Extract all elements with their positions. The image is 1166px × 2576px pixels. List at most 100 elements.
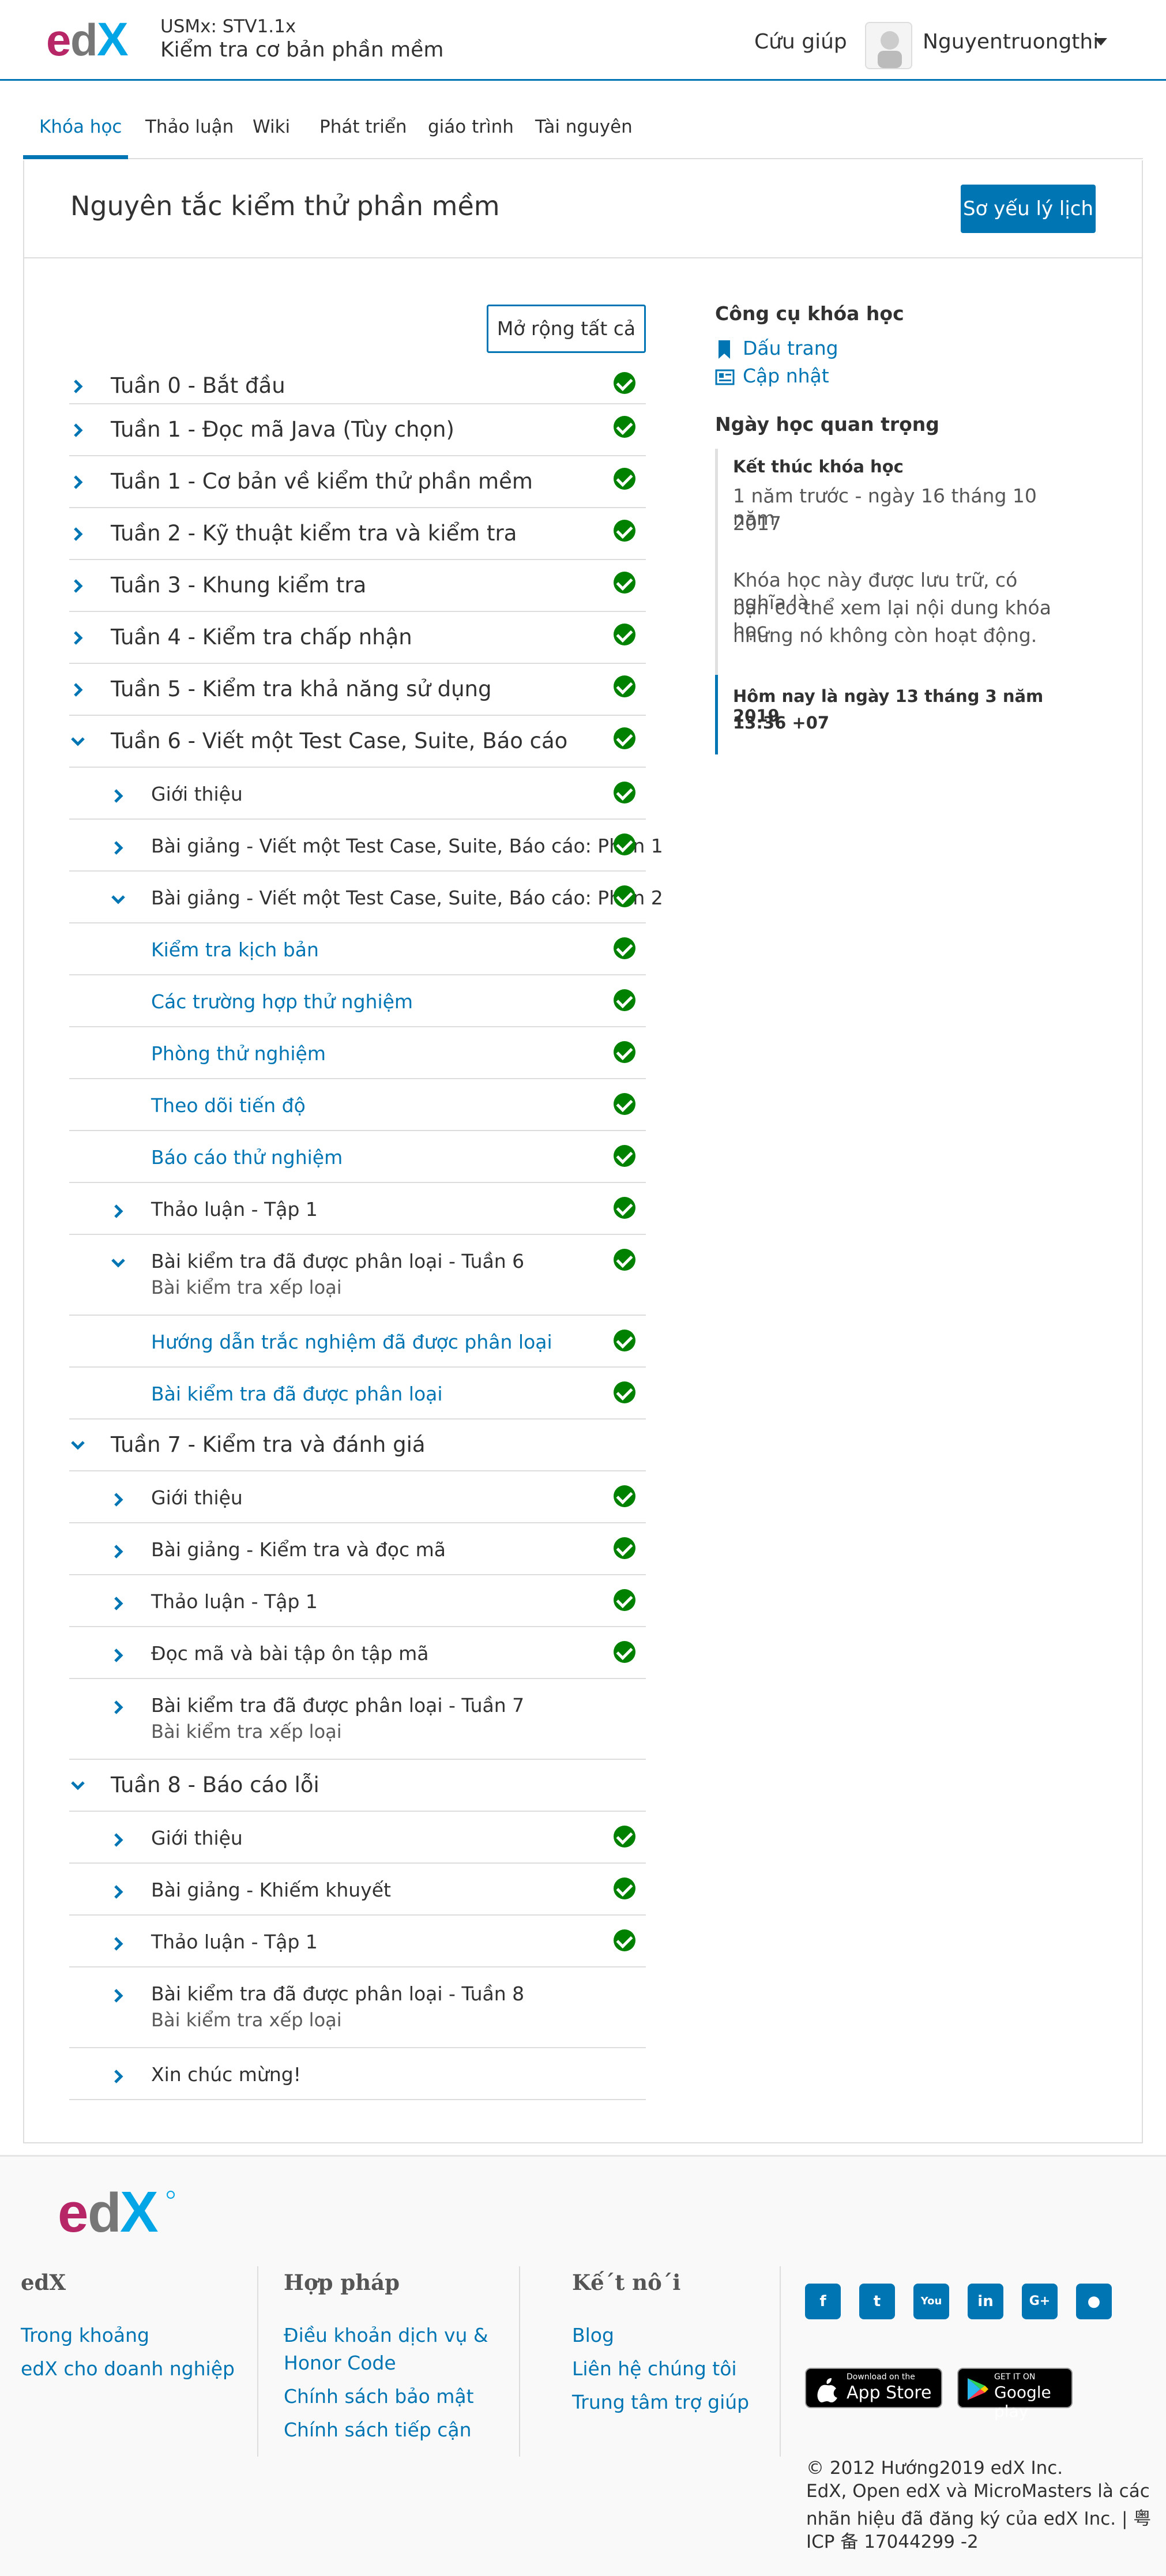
outline-section[interactable]: Tuần 8 - Báo cáo lỗi	[69, 1760, 646, 1812]
course-org: USMx: STV1.1x	[160, 16, 296, 37]
outline-section[interactable]: Tuần 5 - Kiểm tra khả năng sử dụng	[69, 664, 646, 716]
tab-wiki[interactable]: Wiki	[253, 113, 290, 159]
edx-logo[interactable]: e d X	[46, 13, 138, 66]
outline-label: Hướng dẫn trắc nghiệm đã được phân loại	[151, 1331, 552, 1353]
app-store-badge[interactable]: Download on the App Store	[805, 2368, 942, 2408]
outline-section[interactable]: Tuần 0 - Bắt đầu	[69, 361, 646, 404]
tab-course[interactable]: Khóa học	[23, 113, 128, 159]
tab-discussion[interactable]: Thảo luận	[145, 113, 234, 159]
footer-edx-logo[interactable]: e d X	[58, 2180, 179, 2247]
google-plus-icon[interactable]: G+	[1022, 2284, 1058, 2319]
outline-section[interactable]: Tuần 1 - Đọc mã Java (Tùy chọn)	[69, 404, 646, 456]
chevron-right-icon[interactable]	[110, 1203, 127, 1220]
outline-section[interactable]: Tuần 2 - Kỹ thuật kiểm tra và kiểm tra	[69, 508, 646, 560]
outline-subsection[interactable]: Xin chúc mừng!	[69, 2048, 646, 2100]
facebook-icon[interactable]: f	[805, 2284, 841, 2319]
user-menu-caret-icon[interactable]	[1094, 38, 1107, 46]
chevron-right-icon[interactable]	[110, 1883, 127, 1901]
user-avatar[interactable]	[865, 22, 912, 69]
footer-privacy-link[interactable]: Chính sách bảo mật	[284, 2385, 474, 2408]
twitter-icon[interactable]: t	[859, 2284, 895, 2319]
outline-subsection[interactable]: Thảo luận - Tập 1	[69, 1183, 646, 1235]
outline-unit-link[interactable]: Các trường hợp thử nghiệm	[69, 975, 646, 1027]
outline-subsection[interactable]: Giới thiệu	[69, 1471, 646, 1523]
chevron-down-icon[interactable]	[69, 1777, 86, 1794]
footer-about-link[interactable]: Trong khoảng	[21, 2324, 149, 2346]
tab-progress[interactable]: Phát triển	[319, 113, 407, 159]
outline-section[interactable]: Tuần 3 - Khung kiểm tra	[69, 560, 646, 612]
resume-button[interactable]: Sơ yếu lý lịch	[961, 185, 1096, 233]
chevron-right-icon[interactable]	[110, 1543, 127, 1560]
outline-subsection[interactable]: Giới thiệu	[69, 1812, 646, 1864]
outline-unit-link[interactable]: Hướng dẫn trắc nghiệm đã được phân loại	[69, 1316, 646, 1368]
outline-subsection[interactable]: Bài giảng - Viết một Test Case, Suite, B…	[69, 820, 663, 872]
archived-note-3: nhưng nó không còn hoạt động.	[733, 624, 1037, 647]
expand-all-button[interactable]: Mở rộng tất cả	[487, 305, 646, 353]
chevron-right-icon[interactable]	[69, 681, 86, 699]
youtube-icon[interactable]: You	[913, 2284, 949, 2319]
chevron-right-icon[interactable]	[69, 378, 86, 395]
linkedin-icon[interactable]: in	[968, 2284, 1003, 2319]
chevron-right-icon[interactable]	[110, 1491, 127, 1508]
footer-help-center-link[interactable]: Trung tâm trợ giúp	[572, 2391, 749, 2413]
chevron-right-icon[interactable]	[110, 787, 127, 805]
outline-subsection[interactable]: Giới thiệu	[69, 768, 646, 820]
outline-subsection[interactable]: Bài giảng - Khiếm khuyết	[69, 1864, 646, 1916]
chevron-right-icon[interactable]	[110, 1831, 127, 1849]
updates-link[interactable]: Cập nhật	[743, 365, 829, 387]
outline-subsection[interactable]: Bài kiểm tra đã được phân loại - Tuần 7 B…	[69, 1679, 646, 1760]
google-play-small-text: GET IT ON	[994, 2372, 1036, 2382]
chevron-right-icon[interactable]	[110, 2068, 127, 2085]
outline-unit-link[interactable]: Bài kiểm tra đã được phân loại	[69, 1368, 646, 1420]
reddit-icon[interactable]: ●	[1076, 2284, 1112, 2319]
outline-unit-link[interactable]: Phòng thử nghiệm	[69, 1027, 646, 1079]
chevron-down-icon[interactable]	[110, 891, 127, 908]
chevron-right-icon[interactable]	[69, 422, 86, 439]
chevron-right-icon[interactable]	[69, 474, 86, 491]
chevron-down-icon[interactable]	[69, 733, 86, 750]
tab-syllabus[interactable]: giáo trình	[428, 113, 514, 159]
help-link[interactable]: Cứu giúp	[754, 30, 847, 54]
chevron-down-icon[interactable]	[69, 1437, 86, 1454]
google-play-badge[interactable]: GET IT ON Google play	[957, 2368, 1073, 2421]
footer-terms-link[interactable]: Điều khoản dịch vụ &	[284, 2324, 488, 2346]
outline-section[interactable]: Tuần 7 - Kiểm tra và đánh giá	[69, 1420, 646, 1471]
outline-label: Xin chúc mừng!	[151, 2063, 301, 2086]
outline-unit-link[interactable]: Theo dõi tiến độ	[69, 1079, 646, 1131]
chevron-right-icon[interactable]	[110, 1647, 127, 1664]
chevron-right-icon[interactable]	[69, 577, 86, 595]
outline-subsection[interactable]: Bài giảng - Kiểm tra và đọc mã	[69, 1523, 646, 1575]
chevron-right-icon[interactable]	[110, 1595, 127, 1612]
outline-subsection[interactable]: Đọc mã và bài tập ôn tập mã	[69, 1627, 646, 1679]
outline-subsection[interactable]: Thảo luận - Tập 1	[69, 1916, 646, 1967]
outline-section[interactable]: Tuần 4 - Kiểm tra chấp nhận	[69, 612, 646, 664]
chevron-right-icon[interactable]	[69, 629, 86, 647]
icp-line: ICP 备 17044299 -2	[806, 2532, 979, 2552]
bookmarks-link[interactable]: Dấu trang	[743, 337, 838, 359]
tab-resources[interactable]: Tài nguyên	[535, 113, 633, 159]
outline-unit-link[interactable]: Kiểm tra kịch bản	[69, 923, 646, 975]
completed-check-icon	[614, 1826, 635, 1847]
chevron-right-icon[interactable]	[110, 1987, 127, 2004]
footer-business-link[interactable]: edX cho doanh nghiệp	[21, 2357, 235, 2380]
outline-subsection[interactable]: Bài kiểm tra đã được phân loại - Tuần 6 B…	[69, 1235, 646, 1316]
footer-contact-link[interactable]: Liên hệ chúng tôi	[572, 2357, 737, 2380]
footer-honor-link[interactable]: Honor Code	[284, 2352, 396, 2374]
outline-unit-link[interactable]: Báo cáo thử nghiệm	[69, 1131, 646, 1183]
outline-subsection[interactable]: Bài giảng - Viết một Test Case, Suite, B…	[69, 872, 663, 923]
google-play-text: Google play	[994, 2383, 1051, 2421]
outline-section[interactable]: Tuần 6 - Viết một Test Case, Suite, Báo …	[69, 716, 646, 768]
chevron-right-icon[interactable]	[69, 525, 86, 543]
chevron-right-icon[interactable]	[110, 1935, 127, 1952]
footer-blog-link[interactable]: Blog	[572, 2324, 614, 2346]
footer-accessibility-link[interactable]: Chính sách tiếp cận	[284, 2419, 472, 2441]
course-name: Kiểm tra cơ bản phần mềm	[160, 38, 444, 62]
username[interactable]: Nguyentruongthi	[923, 30, 1099, 54]
outline-subsection[interactable]: Bài kiểm tra đã được phân loại - Tuần 8 B…	[69, 1967, 646, 2048]
chevron-right-icon[interactable]	[110, 1699, 127, 1716]
chevron-down-icon[interactable]	[110, 1255, 127, 1272]
completed-check-icon	[614, 520, 635, 542]
outline-subsection[interactable]: Thảo luận - Tập 1	[69, 1575, 646, 1627]
outline-section[interactable]: Tuần 1 - Cơ bản về kiểm thử phần mềm	[69, 456, 646, 508]
chevron-right-icon[interactable]	[110, 839, 127, 857]
